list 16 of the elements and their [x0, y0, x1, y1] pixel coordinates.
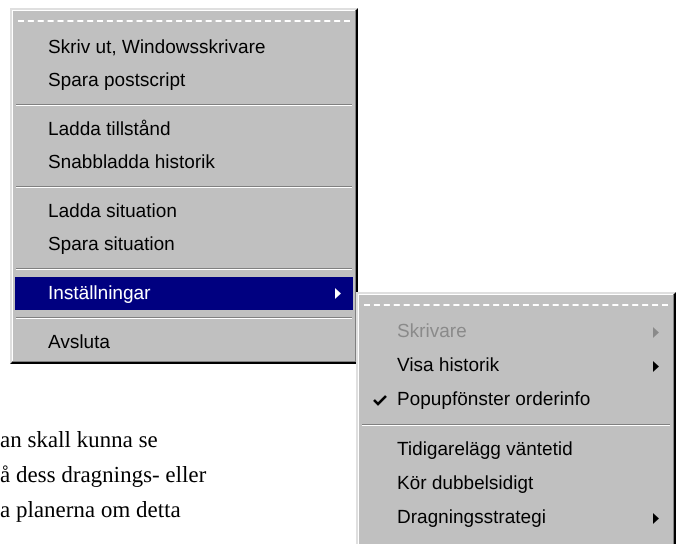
menu-item[interactable]: Inställningar	[15, 277, 353, 310]
menu-item[interactable]: Ladda situation	[15, 195, 353, 228]
menu-item[interactable]: Tidigarelägg väntetid	[361, 433, 671, 467]
document-text: an skall kunna se	[0, 426, 158, 454]
menu-item[interactable]: Popupfönster orderinfo	[361, 383, 671, 417]
document-text: å dess dragnings- eller	[0, 461, 206, 489]
menu-item[interactable]: Snabbladda historik	[15, 146, 353, 179]
menu-item[interactable]: Avsluta	[15, 326, 353, 359]
menu-item[interactable]: Dragningsstrategi	[361, 501, 671, 535]
menu-item[interactable]: Visa historik	[361, 349, 671, 383]
menu-item[interactable]: Spara postscript	[15, 64, 353, 97]
document-text: a planerna om detta	[0, 496, 181, 524]
menu-item[interactable]: Kör dubbelsidigt	[361, 467, 671, 501]
menu-item[interactable]: Skriv ut, Windowsskrivare	[15, 31, 353, 64]
menu-item[interactable]: Spara situation	[15, 228, 353, 261]
menu-item[interactable]: Ladda tillstånd	[15, 113, 353, 146]
